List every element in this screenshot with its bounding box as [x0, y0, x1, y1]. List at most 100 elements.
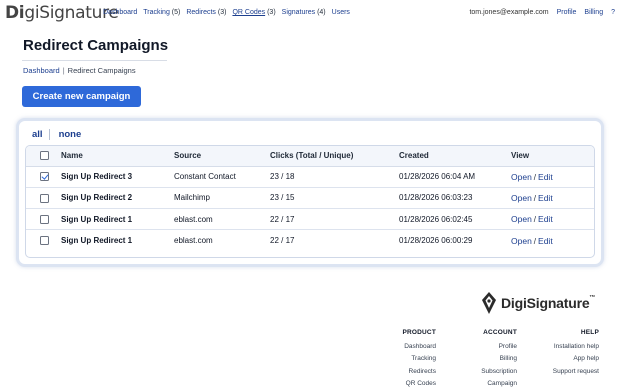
table-row: Sign Up Redirect 3 Constant Contact 23 /… [26, 166, 594, 188]
campaign-created: 01/28/2026 06:04 AM [399, 166, 511, 188]
nav-count: (3) [217, 9, 227, 16]
row-select-cell [26, 208, 61, 231]
campaign-source: Constant Contact [174, 166, 270, 188]
campaign-created: 01/28/2026 06:02:45 [399, 208, 511, 231]
user-area: tom.jones@example.com Profile Billing ? [469, 9, 615, 16]
view-separator: / [533, 215, 537, 225]
footer-link-dashboard[interactable]: Dashboard [402, 341, 436, 353]
edit-link[interactable]: Edit [538, 172, 553, 182]
filter-all[interactable]: all [32, 129, 43, 140]
header-source[interactable]: Source [174, 146, 270, 167]
top-navigation: DigiSignature Dashboard Tracking (5) Red… [0, 0, 625, 26]
view-separator: / [533, 236, 537, 246]
footer-link-app-help[interactable]: App help [553, 353, 599, 365]
nav-links: Dashboard Tracking (5) Redirects (3) QR … [103, 9, 350, 16]
campaign-created: 01/28/2026 06:00:29 [399, 236, 473, 246]
filter-none[interactable]: none [59, 129, 82, 140]
nav-label: QR Codes [232, 9, 266, 16]
view-separator: / [533, 172, 537, 182]
open-link[interactable]: Open [511, 214, 532, 224]
footer-link-profile[interactable]: Profile [481, 341, 517, 353]
table-header-row: Name Source Clicks (Total / Unique) Crea… [26, 146, 594, 167]
nav-count: (3) [267, 9, 276, 16]
footer-heading: PRODUCT [402, 329, 436, 336]
row-checkbox[interactable] [40, 172, 49, 182]
create-campaign-button[interactable]: Create new campaign [22, 86, 141, 107]
user-email: tom.jones@example.com [469, 9, 549, 16]
nav-label: Dashboard [103, 9, 138, 16]
breadcrumb-dashboard[interactable]: Dashboard [23, 66, 60, 75]
footer-link-subscription[interactable]: Subscription [481, 366, 517, 378]
open-link[interactable]: Open [511, 236, 532, 246]
nav-count: (5) [171, 9, 181, 16]
select-all-checkbox[interactable] [40, 151, 49, 161]
footer-link-billing[interactable]: Billing [481, 353, 517, 365]
footer-link-campaign[interactable]: Campaign [481, 378, 517, 390]
nav-item-redirects[interactable]: Redirects (3) [186, 9, 226, 16]
view-actions: Open / Edit [511, 187, 594, 210]
nav-label: Redirects [186, 9, 216, 16]
edit-link[interactable]: Edit [538, 236, 553, 246]
campaign-source: eblast.com [174, 236, 213, 246]
row-select-cell [26, 187, 61, 210]
nav-label: Signatures [281, 9, 316, 16]
row-checkbox[interactable] [40, 236, 49, 246]
footer-link-redirects[interactable]: Redirects [402, 366, 436, 378]
campaign-name: Sign Up Redirect 2 [61, 187, 174, 210]
footer-logo-name: DigiSignature [501, 295, 590, 311]
header-view: View [511, 146, 594, 167]
campaigns-card: all none Name Source Clicks (Total / Uni… [16, 118, 604, 267]
edit-link[interactable]: Edit [538, 214, 553, 224]
footer-column-help: HELP Installation help App help Support … [553, 329, 599, 378]
view-separator: / [533, 193, 537, 203]
signature-pen-icon [482, 292, 496, 314]
profile-link[interactable]: Profile [557, 9, 577, 16]
page-title: Redirect Campaigns [23, 37, 169, 54]
footer-column-account: ACCOUNT Profile Billing Subscription Cam… [481, 329, 517, 390]
header-clicks[interactable]: Clicks (Total / Unique) [270, 146, 399, 167]
footer-logo-text: DigiSignature™ [501, 295, 595, 311]
header-name[interactable]: Name [61, 146, 174, 167]
help-icon[interactable]: ? [611, 9, 615, 16]
table-row: Sign Up Redirect 1 eblast.com 22 / 17 01… [26, 208, 594, 231]
breadcrumb: Dashboard | Redirect Campaigns [23, 66, 136, 75]
footer-logo-tm: ™ [589, 295, 596, 301]
nav-count: (4) [317, 9, 326, 16]
nav-item-users[interactable]: Users [332, 9, 350, 16]
campaigns-table-wrapper: Name Source Clicks (Total / Unique) Crea… [25, 145, 595, 258]
footer-link-installation-help[interactable]: Installation help [553, 341, 599, 353]
header-created[interactable]: Created [399, 146, 511, 167]
filter-divider [48, 129, 50, 140]
row-checkbox[interactable] [40, 214, 49, 224]
footer-link-qr-codes[interactable]: QR Codes [402, 378, 436, 390]
nav-label: Tracking [143, 9, 170, 16]
footer-link-tracking[interactable]: Tracking [402, 353, 436, 365]
footer-heading: ACCOUNT [483, 329, 517, 336]
edit-link[interactable]: Edit [538, 193, 553, 203]
campaign-clicks: 22 / 17 [270, 208, 399, 231]
view-actions: Open / Edit [511, 208, 594, 231]
billing-link[interactable]: Billing [584, 9, 603, 16]
footer-link-support-request[interactable]: Support request [553, 366, 599, 378]
campaign-name: Sign Up Redirect 1 [61, 208, 174, 231]
footer-logo[interactable]: DigiSignature™ [481, 292, 595, 314]
nav-label: Users [331, 9, 350, 16]
footer-heading: HELP [580, 329, 599, 336]
campaigns-table: Name Source Clicks (Total / Unique) Crea… [26, 146, 594, 251]
campaign-clicks: 22 / 17 [270, 236, 295, 246]
open-link[interactable]: Open [511, 172, 532, 182]
campaign-created: 01/28/2026 06:03:23 [399, 187, 511, 210]
nav-item-dashboard[interactable]: Dashboard [103, 9, 137, 16]
view-actions: Open / Edit [511, 230, 594, 251]
breadcrumb-separator: | [62, 66, 65, 75]
row-checkbox[interactable] [40, 193, 49, 203]
campaign-source: eblast.com [174, 208, 270, 231]
campaign-source: Mailchimp [174, 187, 270, 210]
nav-item-qr-codes[interactable]: QR Codes (3) [232, 9, 275, 16]
nav-item-signatures[interactable]: Signatures (4) [282, 9, 326, 16]
footer-column-product: PRODUCT Dashboard Tracking Redirects QR … [402, 329, 436, 390]
open-link[interactable]: Open [511, 193, 532, 203]
nav-item-tracking[interactable]: Tracking (5) [143, 9, 180, 16]
brand-logo[interactable]: DigiSignature [5, 3, 119, 23]
breadcrumb-current: Redirect Campaigns [67, 66, 136, 75]
